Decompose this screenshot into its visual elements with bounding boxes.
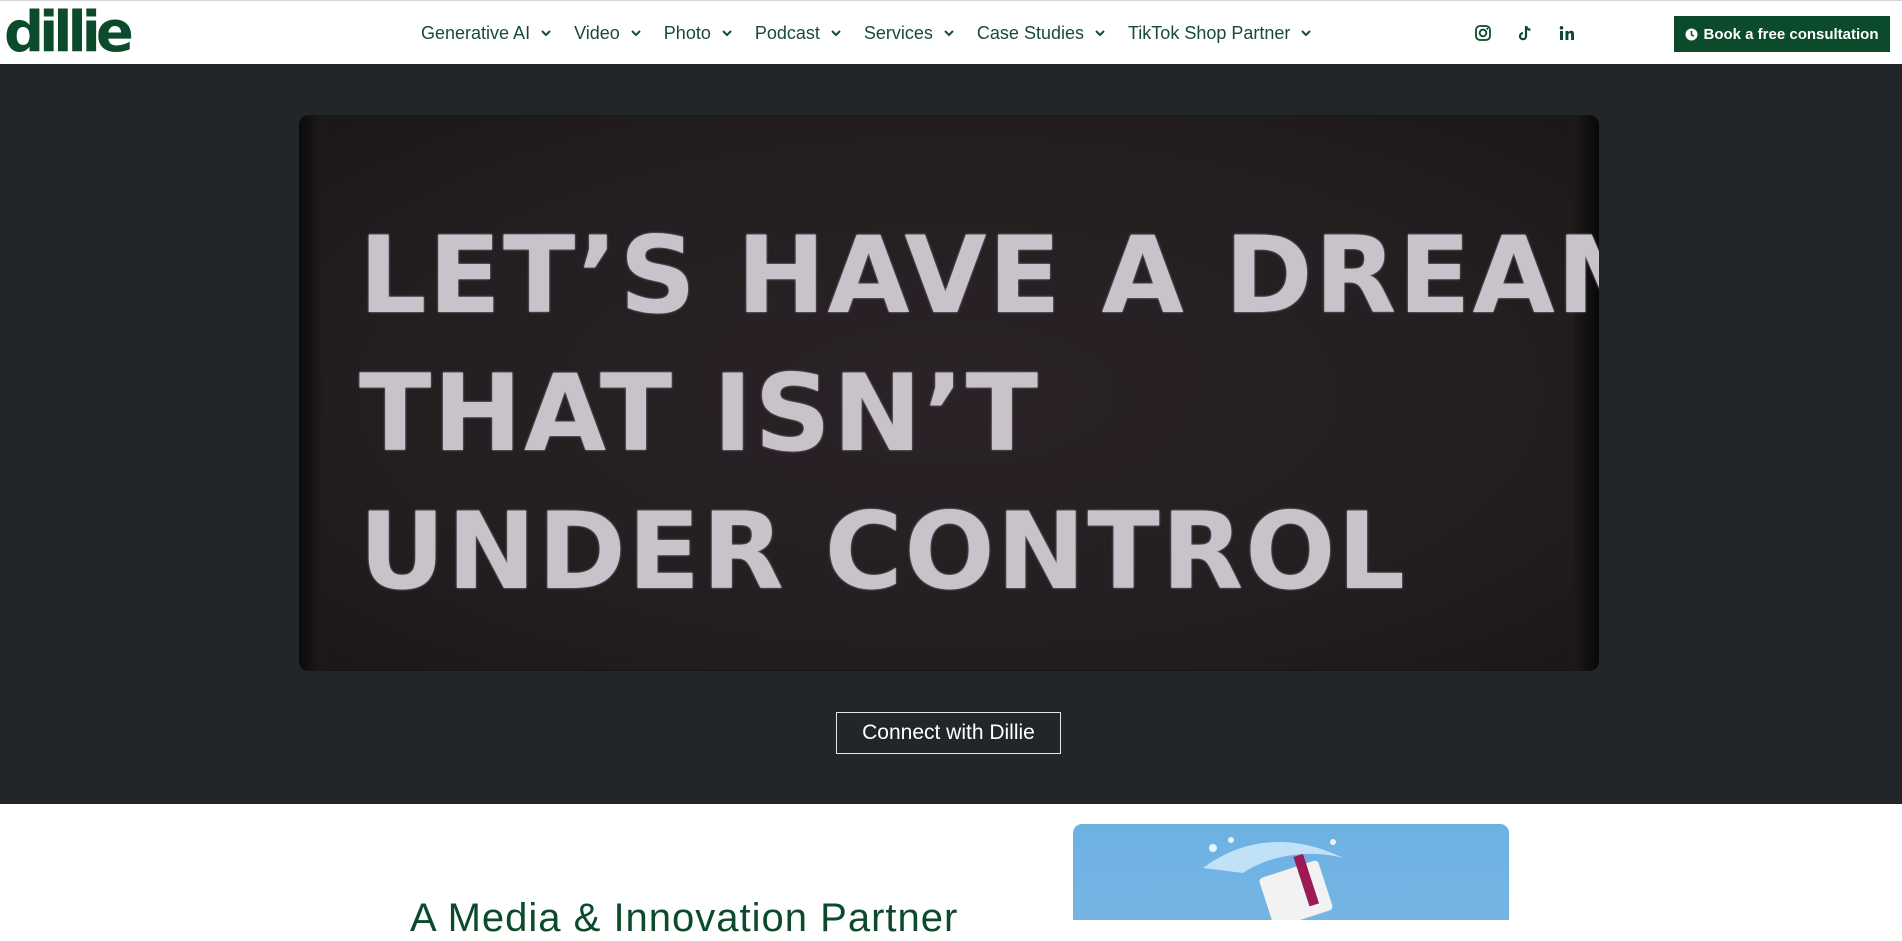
video-edge-left [299, 115, 321, 671]
cta-label: Book a free consultation [1703, 25, 1879, 43]
nav-item-label: Photo [663, 22, 711, 43]
nav-item-services[interactable]: Services [864, 23, 955, 44]
chevron-down-icon [943, 27, 955, 39]
chevron-down-icon [1094, 27, 1106, 39]
connect-button[interactable]: Connect with Dillie [836, 712, 1061, 754]
nav-item-label: Case Studies [976, 22, 1084, 43]
instagram-icon[interactable] [1473, 23, 1493, 43]
chevron-down-icon [540, 27, 552, 39]
nav-item-generative-ai[interactable]: Generative AI [421, 23, 552, 44]
video-line: LET’S HAVE A DREAM [359, 214, 1599, 337]
book-consultation-button[interactable]: Book a free consultation [1674, 16, 1890, 52]
chevron-down-icon [1300, 27, 1312, 39]
nav-item-label: TikTok Shop Partner [1127, 22, 1291, 43]
chevron-down-icon [630, 27, 642, 39]
product-image [1073, 824, 1509, 920]
hero-video[interactable]: LET’S HAVE A DREAM THAT ISN’T UNDER CONT… [299, 115, 1599, 671]
tiktok-icon[interactable] [1515, 23, 1535, 43]
chevron-down-icon [830, 27, 842, 39]
linkedin-icon[interactable] [1557, 23, 1577, 43]
nav-item-podcast[interactable]: Podcast [755, 23, 842, 44]
section-heading: A Media & Innovation Partner [410, 896, 959, 940]
nav-item-tiktok-shop-partner[interactable]: TikTok Shop Partner [1128, 23, 1312, 44]
intro-section: A Media & Innovation Partner [0, 804, 1902, 940]
video-caption: LET’S HAVE A DREAM THAT ISN’T UNDER CONT… [359, 207, 1599, 621]
nav-item-label: Video [574, 22, 620, 43]
nav-item-label: Podcast [754, 22, 820, 43]
water-splash-image [1203, 837, 1343, 920]
social-links [1473, 23, 1577, 43]
nav-item-label: Generative AI [421, 22, 531, 43]
video-line: UNDER CONTROL [359, 490, 1407, 613]
video-line: THAT ISN’T [359, 352, 1041, 475]
nav-item-label: Services [863, 22, 933, 43]
main-nav: Generative AI Video Photo Podcast Servic… [421, 21, 1334, 45]
chevron-down-icon [721, 27, 733, 39]
hero-section: LET’S HAVE A DREAM THAT ISN’T UNDER CONT… [0, 64, 1902, 804]
nav-item-case-studies[interactable]: Case Studies [977, 23, 1106, 44]
site-header: dillie Generative AI Video Photo Podcast [0, 0, 1902, 64]
dillie-logo[interactable]: dillie [4, 5, 134, 61]
nav-item-photo[interactable]: Photo [664, 23, 733, 44]
clock-icon [1685, 28, 1698, 41]
nav-item-video[interactable]: Video [574, 23, 642, 44]
